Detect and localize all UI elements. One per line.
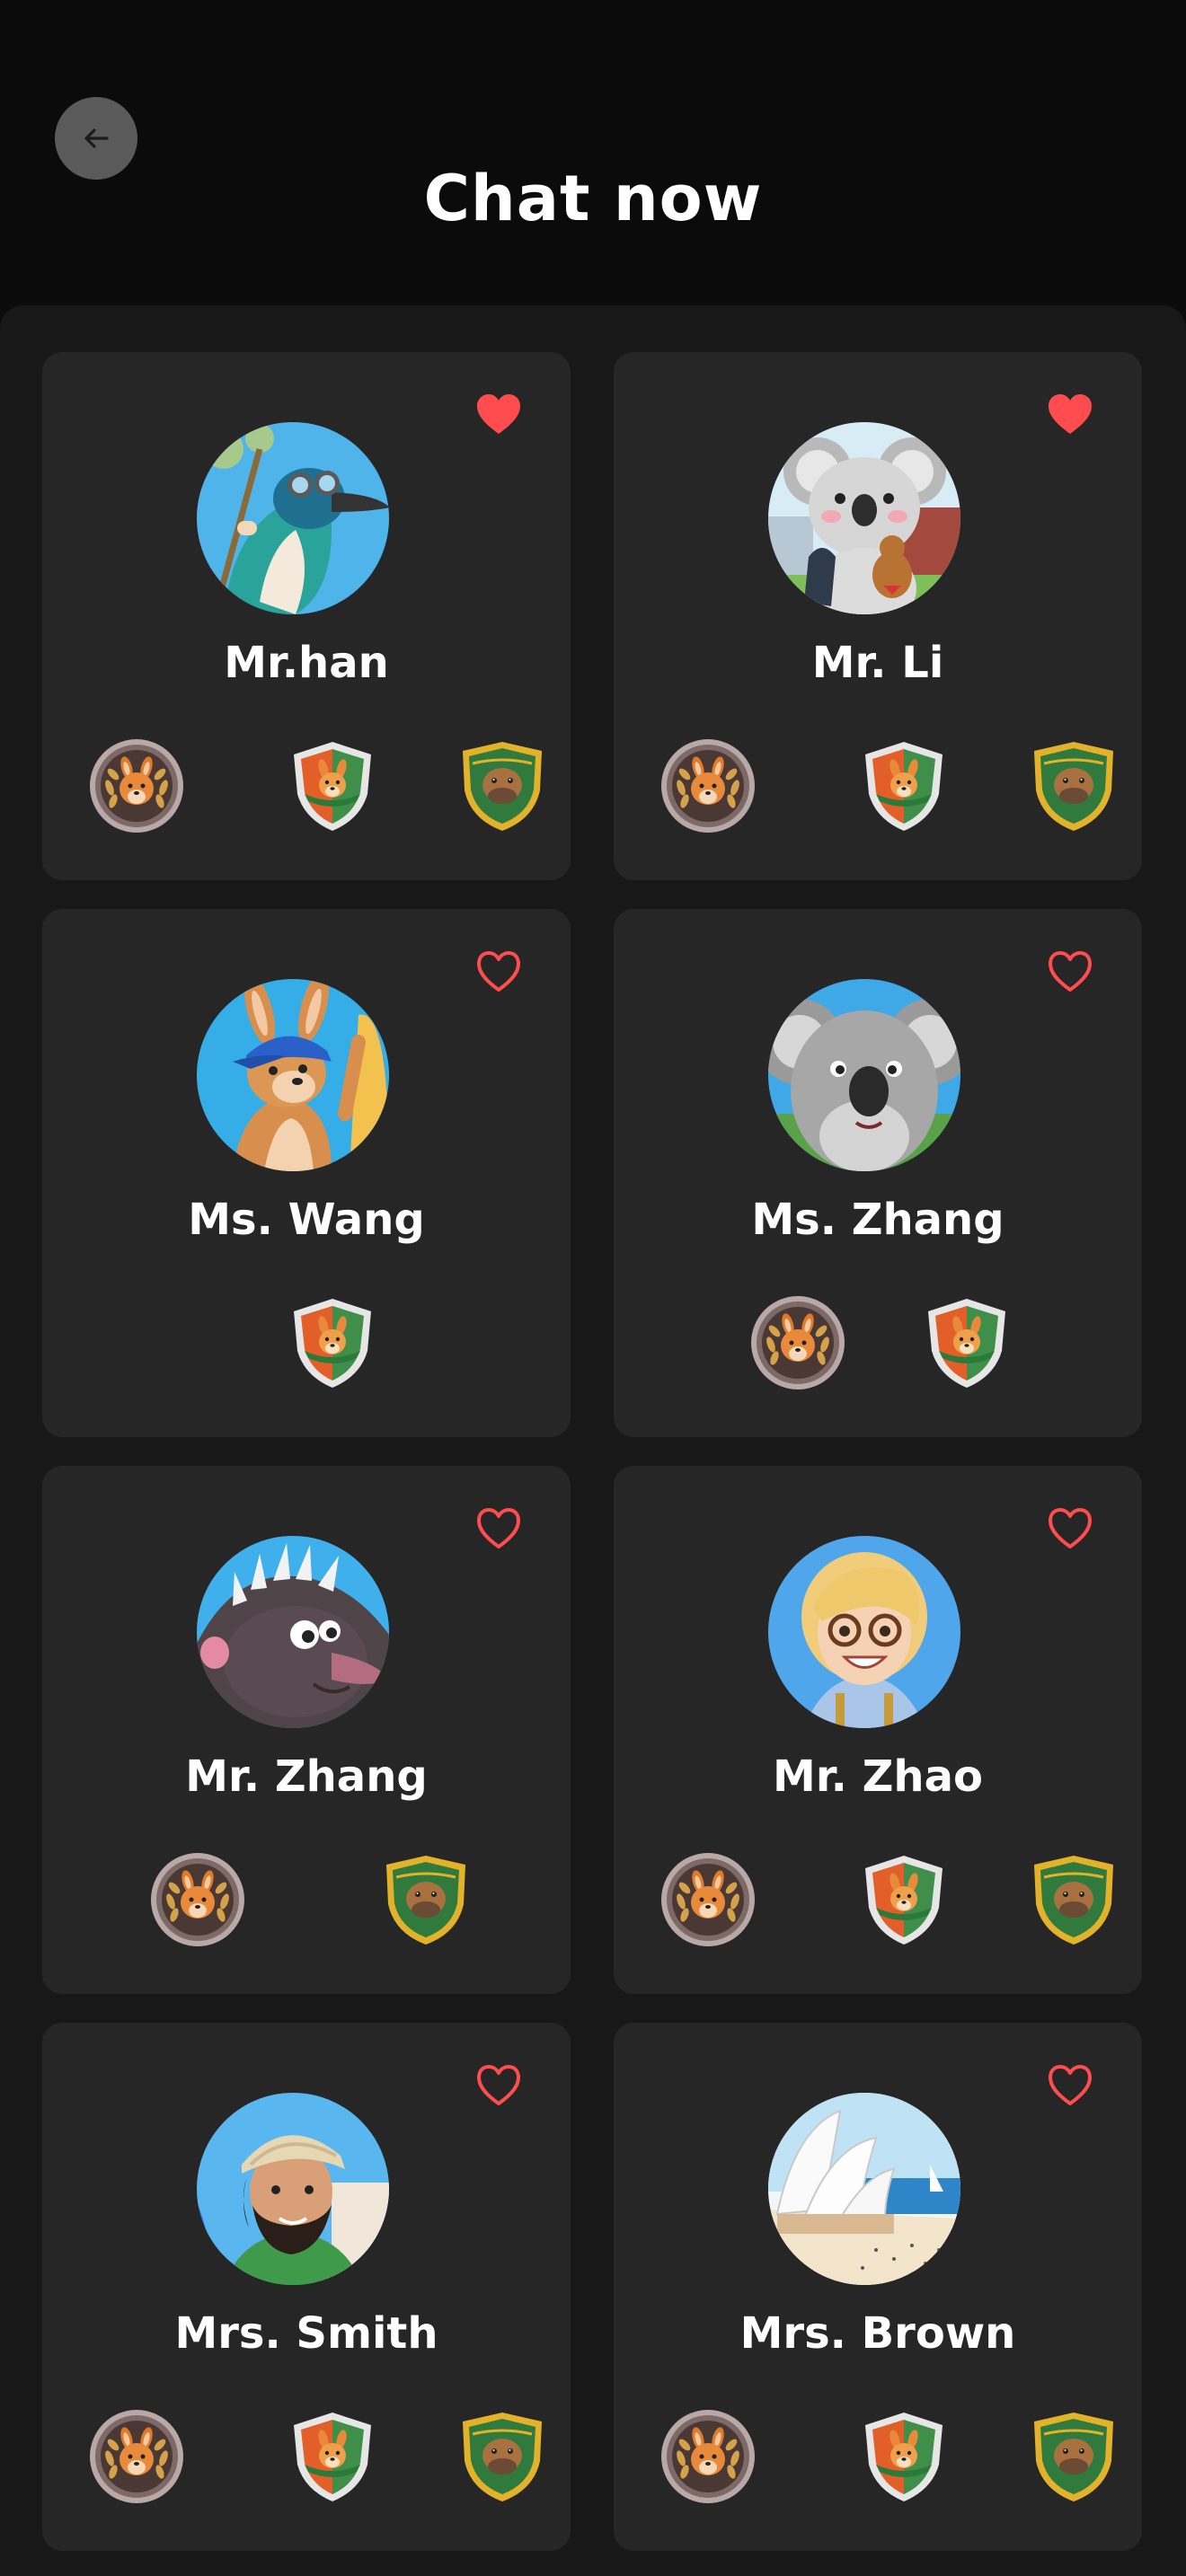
sydney-opera-house-avatar [768, 2093, 960, 2285]
kangaroo-shield-badge [285, 738, 380, 834]
teacher-name: Mrs. Smith [174, 2308, 438, 2359]
kangaroo-shield-badge [285, 1295, 380, 1390]
teacher-name: Ms. Wang [188, 1195, 425, 1245]
teacher-name: Ms. Zhang [751, 1195, 1005, 1245]
heart-outline-icon[interactable] [1045, 1504, 1095, 1554]
kangaroo-shield-badge [285, 2409, 380, 2504]
kangaroo-shield-badge [919, 1295, 1014, 1390]
kangaroo-coin-badge [660, 2409, 756, 2504]
woman-with-glasses-avatar [768, 1536, 960, 1728]
kangaroo-shield-badge [856, 1852, 951, 1947]
kangaroo-coin-badge [660, 738, 756, 834]
badge-row [614, 1295, 1142, 1394]
chat-card[interactable]: Mr. Li [614, 352, 1142, 880]
badge-row [614, 1852, 1142, 1951]
kangaroo-coin-badge [660, 1852, 756, 1947]
arrow-left-icon [84, 128, 109, 148]
chat-card[interactable]: Ms. Wang [42, 909, 571, 1437]
heart-outline-icon[interactable] [474, 1504, 524, 1554]
chat-card[interactable]: Ms. Zhang [614, 909, 1142, 1437]
chat-card[interactable]: Mr. Zhang [42, 1466, 571, 1994]
kangaroo-coin-badge [89, 738, 184, 834]
platypus-shield-badge [378, 1852, 474, 1947]
kangaroo-coin-badge [89, 2409, 184, 2504]
bird-with-goggles-avatar [197, 422, 389, 614]
chat-card[interactable]: Mr.han [42, 352, 571, 880]
heart-outline-icon[interactable] [474, 2060, 524, 2111]
heart-outline-icon[interactable] [1045, 2060, 1095, 2111]
badge-row [614, 2409, 1142, 2508]
heart-outline-icon[interactable] [1045, 947, 1095, 997]
chat-card[interactable]: Mrs. Brown [614, 2023, 1142, 2551]
platypus-shield-badge [1026, 1852, 1121, 1947]
platypus-shield-badge [455, 2409, 550, 2504]
chat-card[interactable]: Mrs. Smith [42, 2023, 571, 2551]
kangaroo-with-cap-avatar [197, 979, 389, 1171]
badge-row [42, 1295, 571, 1394]
koala-with-backpack-avatar [768, 422, 960, 614]
chat-card[interactable]: Mr. Zhao [614, 1466, 1142, 1994]
platypus-shield-badge [1026, 2409, 1121, 2504]
kangaroo-coin-badge [750, 1295, 845, 1390]
badge-row [614, 738, 1142, 837]
badge-row [42, 738, 571, 837]
header: Chat now [0, 0, 1186, 305]
heart-filled-icon[interactable] [474, 390, 524, 440]
badge-row [42, 1852, 571, 1951]
page-title: Chat now [423, 162, 763, 235]
teacher-name: Mr. Zhao [773, 1751, 983, 1802]
teacher-name: Mr. Li [811, 638, 944, 688]
teacher-name: Mrs. Brown [739, 2308, 1016, 2359]
platypus-shield-badge [455, 738, 550, 834]
teacher-name: Mr. Zhang [185, 1751, 428, 1802]
echidna-avatar [197, 1536, 389, 1728]
man-with-cap-avatar [197, 2093, 389, 2285]
heart-outline-icon[interactable] [474, 947, 524, 997]
platypus-shield-badge [1026, 738, 1121, 834]
teacher-name: Mr.han [224, 638, 389, 688]
heart-filled-icon[interactable] [1045, 390, 1095, 440]
kangaroo-coin-badge [150, 1852, 245, 1947]
kangaroo-shield-badge [856, 738, 951, 834]
kangaroo-shield-badge [856, 2409, 951, 2504]
badge-row [42, 2409, 571, 2508]
koala-avatar [768, 979, 960, 1171]
